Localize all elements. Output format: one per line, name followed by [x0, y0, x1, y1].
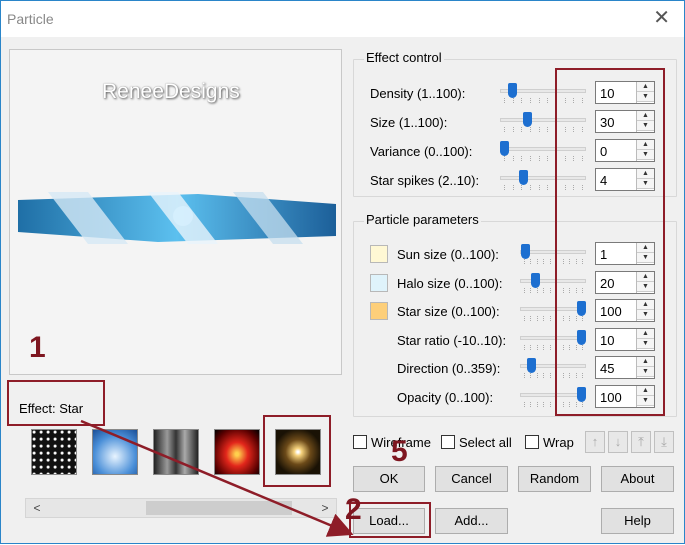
particle-dialog: Particle ✕ ReneeDesigns Effect: Star < >…: [0, 0, 685, 544]
annotation-arrow: [80, 419, 354, 537]
